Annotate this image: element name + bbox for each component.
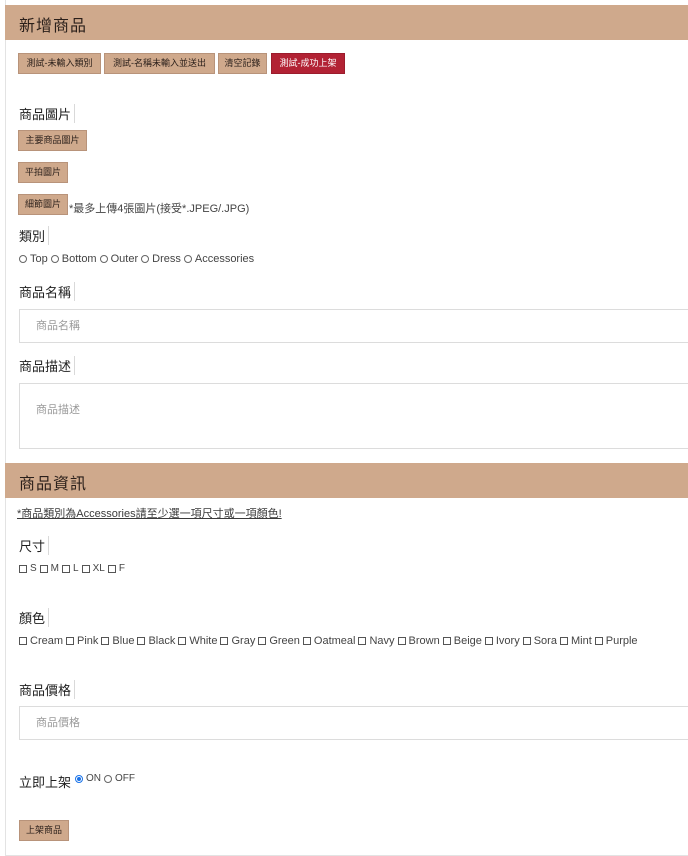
checkbox-icon[interactable] (107, 564, 116, 573)
size-options: S M L XL F (19, 563, 128, 574)
checkbox-icon[interactable] (62, 564, 71, 573)
images-label: 商品圖片 (19, 104, 76, 123)
radio-icon[interactable] (99, 255, 108, 263)
checkbox-icon[interactable] (484, 637, 493, 645)
checkbox-icon[interactable] (137, 637, 146, 645)
name-label: 商品名稱 (19, 282, 76, 301)
color-option-brown[interactable]: Brown (397, 635, 440, 647)
color-option-cream[interactable]: Cream (19, 635, 63, 647)
checkbox-icon[interactable] (101, 637, 110, 645)
radio-icon[interactable] (183, 255, 192, 263)
page-title: 新增商品 (19, 18, 88, 35)
color-options: Cream Pink Blue Black White Gray Green O… (19, 635, 641, 647)
radio-checked-icon[interactable] (75, 774, 83, 783)
category-option-top[interactable]: Top (19, 253, 48, 265)
checkbox-icon[interactable] (220, 637, 229, 645)
category-option-dress[interactable]: Dress (141, 253, 181, 265)
category-option-accessories[interactable]: Accessories (183, 253, 254, 265)
color-option-mint[interactable]: Mint (559, 635, 592, 647)
checkbox-icon[interactable] (178, 637, 187, 645)
color-option-oatmeal[interactable]: Oatmeal (302, 635, 355, 647)
checkbox-icon[interactable] (397, 637, 406, 645)
size-option-l[interactable]: L (62, 563, 79, 574)
size-option-m[interactable]: M (39, 563, 59, 574)
product-price-input[interactable]: 商品價格 (19, 706, 688, 740)
checkbox-icon[interactable] (19, 637, 27, 645)
checkbox-icon[interactable] (39, 564, 48, 573)
product-name-input[interactable]: 商品名稱 (19, 309, 688, 343)
section-header-product-info: 商品資訊 (5, 463, 688, 498)
size-option-f[interactable]: F (107, 563, 125, 574)
clear-records-button[interactable]: 清空記錄 (218, 53, 267, 74)
radio-icon[interactable] (50, 255, 59, 263)
color-option-purple[interactable]: Purple (594, 635, 638, 647)
color-option-white[interactable]: White (178, 635, 217, 647)
checkbox-icon[interactable] (594, 637, 603, 645)
image-upload-hint: *最多上傳4張圖片(接受*.JPEG/.JPG) (69, 203, 250, 215)
color-option-blue[interactable]: Blue (101, 635, 134, 647)
checkbox-icon[interactable] (258, 637, 267, 645)
color-option-sora[interactable]: Sora (522, 635, 557, 647)
radio-icon[interactable] (19, 255, 27, 263)
checkbox-icon[interactable] (559, 637, 568, 645)
section-header-add-product: 新增商品 (5, 5, 688, 40)
radio-icon[interactable] (104, 774, 112, 783)
publish-options: ON OFF (75, 773, 138, 784)
description-label: 商品描述 (19, 356, 76, 375)
category-option-outer[interactable]: Outer (99, 253, 138, 265)
color-label: 顏色 (19, 608, 50, 627)
color-option-gray[interactable]: Gray (220, 635, 255, 647)
color-option-pink[interactable]: Pink (66, 635, 98, 647)
publish-option-on[interactable]: ON (75, 773, 101, 784)
product-description-textarea[interactable]: 商品描述 (19, 383, 688, 449)
checkbox-icon[interactable] (81, 564, 90, 573)
test-no-category-button[interactable]: 測試-未輸入類別 (18, 53, 101, 74)
color-option-beige[interactable]: Beige (442, 635, 482, 647)
category-options: Top Bottom Outer Dress Accessories (19, 253, 257, 265)
color-option-navy[interactable]: Navy (358, 635, 395, 647)
size-option-s[interactable]: S (19, 563, 37, 574)
main-image-button[interactable]: 主要商品圖片 (18, 130, 87, 151)
checkbox-icon[interactable] (302, 637, 311, 645)
test-no-name-submit-button[interactable]: 測試-名稱未輸入並送出 (104, 53, 215, 74)
price-label: 商品價格 (19, 680, 76, 699)
section-title: 商品資訊 (19, 476, 88, 493)
checkbox-icon[interactable] (358, 637, 367, 645)
category-label: 類別 (19, 226, 50, 245)
accessories-note: *商品類別為Accessories請至少選一項尺寸或一項顏色! (17, 508, 282, 520)
radio-icon[interactable] (141, 255, 150, 263)
checkbox-icon[interactable] (19, 564, 27, 573)
checkbox-icon[interactable] (66, 637, 75, 645)
publish-option-off[interactable]: OFF (104, 773, 135, 784)
publish-product-button[interactable]: 上架商品 (19, 820, 69, 841)
color-option-ivory[interactable]: Ivory (484, 635, 520, 647)
test-success-publish-button[interactable]: 測試-成功上架 (271, 53, 345, 74)
category-option-bottom[interactable]: Bottom (50, 253, 97, 265)
publish-label: 立即上架 (19, 775, 72, 790)
size-label: 尺寸 (19, 536, 50, 555)
color-option-black[interactable]: Black (137, 635, 175, 647)
checkbox-icon[interactable] (442, 637, 451, 645)
detail-image-button[interactable]: 細節圖片 (18, 194, 68, 215)
color-option-green[interactable]: Green (258, 635, 300, 647)
checkbox-icon[interactable] (522, 637, 531, 645)
flat-image-button[interactable]: 平拍圖片 (18, 162, 68, 183)
size-option-xl[interactable]: XL (81, 563, 105, 574)
